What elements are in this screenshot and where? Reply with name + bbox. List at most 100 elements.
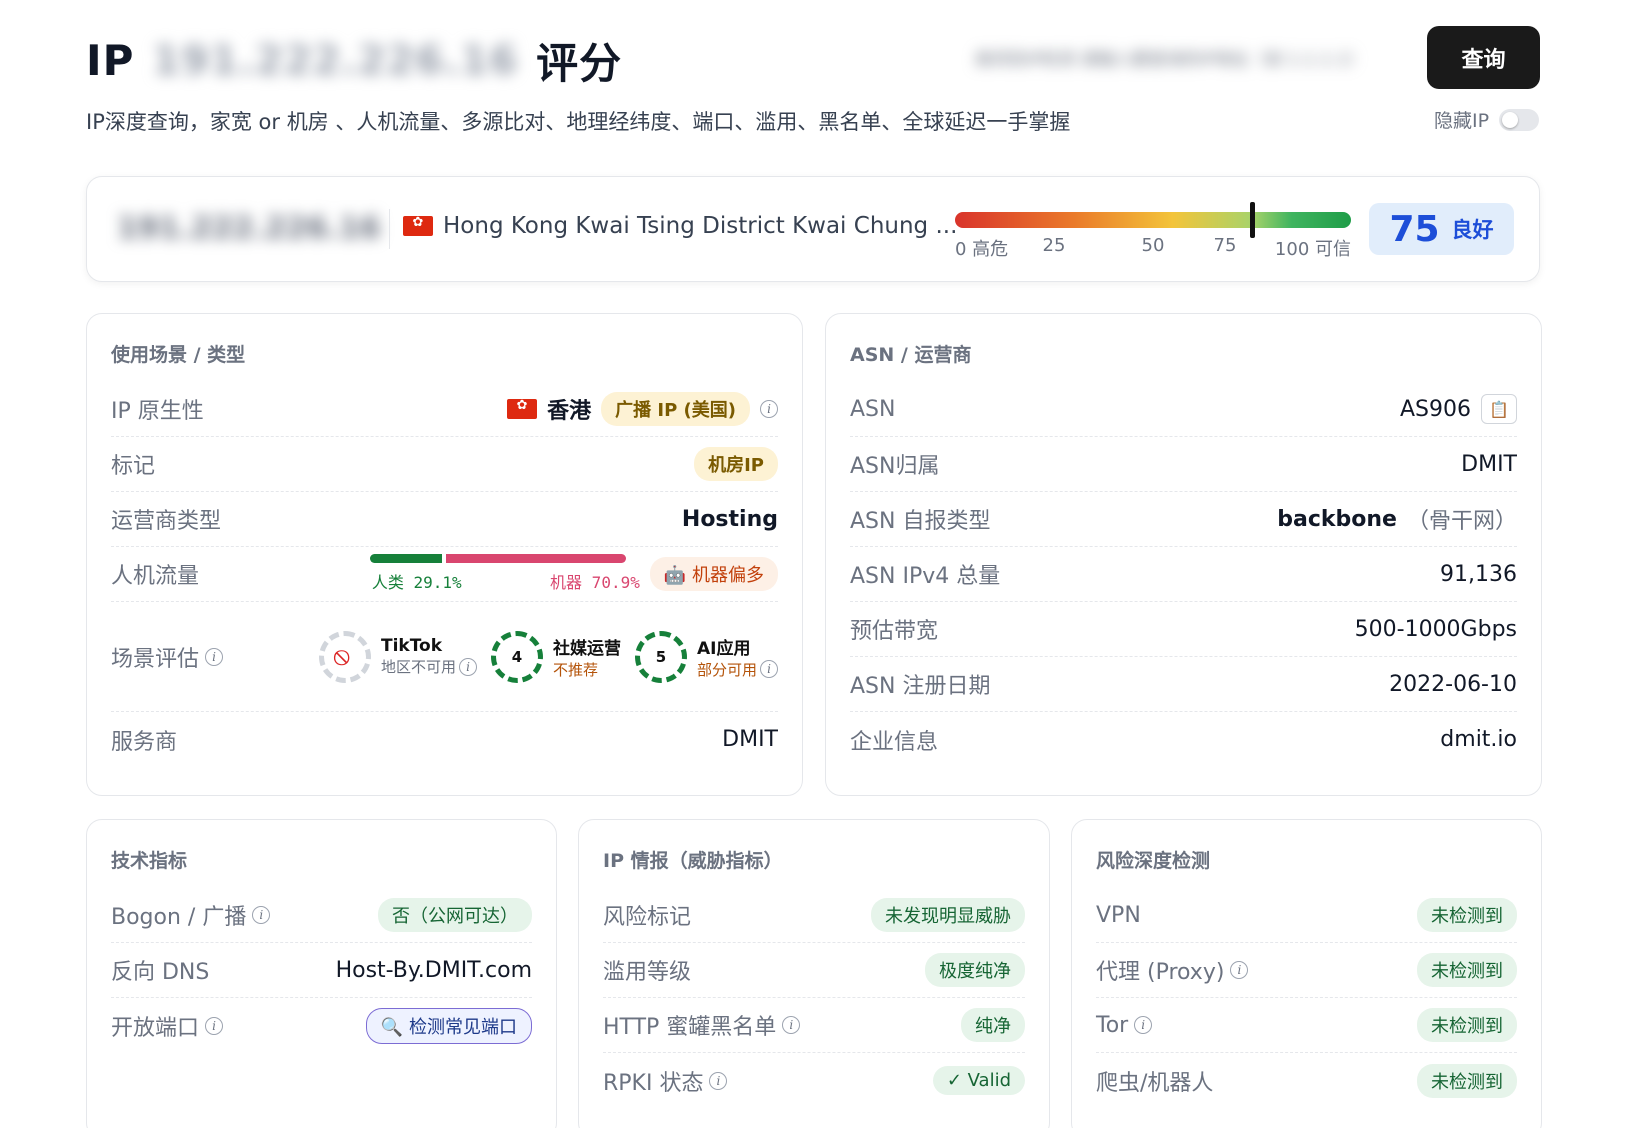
provider-label: 服务商 (111, 729, 178, 755)
scene-status: 不推荐 (552, 660, 598, 679)
row-asn-type: ASN 自报类型 backbone （骨干网） (850, 492, 1517, 547)
ports-label-text: 开放端口 (111, 1015, 200, 1041)
row-scenes: 场景评估i ⃠ TikTok 地区不可用i 4 社媒运营 不推荐 5 AI应用 … (111, 602, 778, 712)
search-button[interactable]: 查询 (1427, 26, 1540, 89)
row-company: 企业信息 dmit.io (850, 712, 1517, 767)
asn-owner-label: ASN归属 (850, 454, 940, 479)
machine-label: 机器 70.9% (550, 573, 640, 592)
info-icon[interactable]: i (760, 660, 778, 678)
row-carrier-type: 运营商类型 Hosting (111, 492, 778, 547)
row-honeypot: HTTP 蜜罐黑名单 i 纯净 (603, 998, 1025, 1053)
asn-type-text: backbone (1277, 506, 1397, 532)
gauge-tick: 25 (1042, 235, 1066, 256)
tech-title: 技术指标 (111, 850, 188, 872)
tor-value: 未检测到 (1417, 1008, 1517, 1042)
row-bogon: Bogon / 广播 i 否（公网可达） (111, 888, 532, 943)
machine-bar (446, 554, 626, 563)
bogon-label: Bogon / 广播 i (111, 899, 271, 931)
score-value: 75 (1389, 208, 1440, 250)
asn-label: ASN (850, 396, 896, 422)
rpki-label: RPKI 状态 i (603, 1065, 728, 1097)
broadcast-badge: 广播 IP (美国) (601, 392, 750, 426)
row-rdns: 反向 DNS Host-By.DMIT.com (111, 943, 532, 998)
honeypot-label: HTTP 蜜罐黑名单 i (603, 1009, 801, 1041)
info-icon[interactable]: i (252, 906, 271, 924)
intel-card: IP 情报（威胁指标） 风险标记 未发现明显威胁 滥用等级 极度纯净 HTTP … (578, 819, 1050, 1128)
risk-card: 风险深度检测 VPN 未检测到 代理 (Proxy) i 未检测到 Tor i 未检… (1071, 819, 1542, 1128)
datacenter-badge: 机房IP (694, 447, 778, 481)
row-provider: 服务商 DMIT (111, 712, 778, 767)
info-icon[interactable]: i (205, 647, 224, 666)
bogon-value: 否（公网可达） (378, 898, 532, 932)
info-icon[interactable]: i (1230, 961, 1249, 979)
gauge-needle (1250, 202, 1255, 238)
info-icon[interactable]: i (1134, 1016, 1153, 1034)
asn-owner-value: DMIT (1461, 451, 1517, 477)
human-bar (369, 554, 443, 563)
usage-title: 使用场景 / 类型 (111, 344, 246, 366)
asn-title: ASN / 运营商 (850, 344, 972, 366)
scene-ai: 5 AI应用 部分可用 i (634, 630, 778, 683)
risk-tag-value: 未发现明显威胁 (871, 898, 1025, 932)
scenes-label: 场景评估 i (111, 641, 224, 673)
bandwidth-label: 预估带宽 (850, 619, 939, 644)
row-rpki: RPKI 状态 i ✓ Valid (603, 1053, 1025, 1108)
search-input[interactable]: 高风险IP检测 请输入要查询的IP地址（如 1.1.1.1） (975, 40, 1390, 74)
row-crawler: 爬虫/机器人 未检测到 (1096, 1053, 1517, 1108)
scene-status: 地区不可用 i (381, 656, 477, 677)
abuse-value: 极度纯净 (925, 953, 1025, 987)
ban-icon: ⃠ (318, 630, 371, 683)
scene-social: 4 社媒运营 不推荐 (490, 630, 621, 683)
info-icon[interactable]: i (782, 1016, 801, 1034)
rdns-label: 反向 DNS (111, 960, 210, 985)
info-icon[interactable]: i (760, 400, 778, 418)
row-vpn: VPN 未检测到 (1096, 888, 1517, 943)
vpn-label: VPN (1096, 902, 1141, 928)
hide-ip-label: 隐藏IP (1434, 110, 1490, 132)
traffic-value: 人类 29.1% 机器 70.9% 🤖 机器偏多 (369, 552, 778, 596)
traffic-label: 人机流量 (111, 564, 200, 589)
asn-card: ASN / 运营商 ASN AS906 📋 ASN归属 DMIT ASN 自报类型… (825, 313, 1542, 796)
honeypot-label-text: HTTP 蜜罐黑名单 (603, 1015, 777, 1040)
scene-name: TikTok (380, 636, 443, 656)
gauge-tick: 50 (1141, 235, 1165, 256)
proxy-label: 代理 (Proxy) i (1096, 954, 1249, 986)
info-icon[interactable]: i (709, 1071, 728, 1090)
scene-status: 部分可用 i (697, 659, 778, 680)
row-asn: ASN AS906 📋 (850, 382, 1517, 437)
usage-card: 使用场景 / 类型 IP 原生性 香港 广播 IP (美国) i 标记 机房IP… (86, 313, 803, 796)
asn-type-label: ASN 自报类型 (850, 509, 991, 534)
ports-label: 开放端口 i (111, 1010, 224, 1042)
proxy-value: 未检测到 (1417, 953, 1517, 987)
row-tag: 标记 机房IP (111, 437, 778, 492)
gauge-tick: 100 可信 (1274, 239, 1351, 260)
info-icon[interactable]: i (458, 657, 477, 676)
tor-label-text: Tor (1096, 1012, 1129, 1038)
check-ports-button[interactable]: 🔍 检测常见端口 (365, 1007, 532, 1044)
score-grade: 良好 (1451, 218, 1494, 242)
intel-title: IP 情报（威胁指标） (603, 850, 783, 872)
clipboard-icon[interactable]: 📋 (1481, 394, 1517, 424)
human-label: 人类 29.1% (371, 573, 462, 592)
row-abuse: 滥用等级 极度纯净 (603, 943, 1025, 998)
traffic-bar: 人类 29.1% 机器 70.9% (369, 552, 640, 596)
crawler-value: 未检测到 (1417, 1063, 1517, 1098)
row-bandwidth: 预估带宽 500-1000Gbps (850, 602, 1517, 657)
score-ring: 5 (634, 630, 687, 683)
company-label: 企业信息 (850, 729, 939, 755)
title-ip-blurred: 191.222.226.16 (152, 37, 519, 84)
bogon-label-text: Bogon / 广播 (111, 905, 247, 930)
scene-name: 社媒运营 (552, 638, 621, 659)
row-native: IP 原生性 香港 广播 IP (美国) i (111, 382, 778, 437)
risk-title: 风险深度检测 (1096, 850, 1211, 872)
scene-tiktok: ⃠ TikTok 地区不可用i (318, 630, 477, 683)
carrier-type-value: Hosting (681, 506, 778, 532)
hide-ip-toggle[interactable] (1499, 108, 1540, 131)
info-icon[interactable]: i (205, 1016, 224, 1035)
score-ring: 4 (490, 630, 543, 683)
reg-date-label: ASN 注册日期 (850, 674, 991, 699)
hong-kong-flag-icon (403, 215, 433, 236)
honeypot-value: 纯净 (961, 1008, 1025, 1042)
row-risk-tag: 风险标记 未发现明显威胁 (603, 888, 1025, 943)
rdns-value: Host-By.DMIT.com (335, 957, 532, 983)
